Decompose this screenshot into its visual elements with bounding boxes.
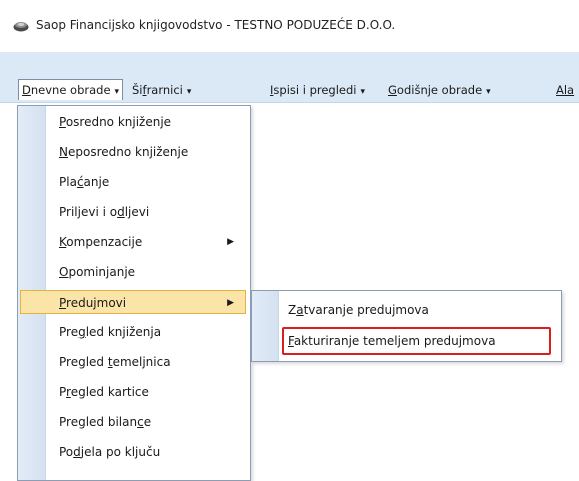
submenu-arrow-icon: ▶: [227, 298, 234, 308]
menu-item-priljevi-i-odljevi[interactable]: Priljevi i odljevi: [20, 200, 246, 224]
menu-ispisi-i-pregledi[interactable]: Ispisi i pregledi ▾: [270, 80, 365, 100]
menu-label: odišnje obrade: [396, 83, 483, 97]
chevron-down-icon: ▾: [360, 87, 366, 97]
menu-bar: Dnevne obrade ▾ Šifrarnici ▾ Ispisi i preg…: [0, 52, 579, 103]
menu-mnemonic: G: [388, 83, 397, 97]
menu-item-opominjanje[interactable]: Opominjanje: [20, 260, 246, 284]
predujmovi-submenu: Zatvaranje predujmova Fakturiranje temel…: [251, 290, 562, 362]
menu-sifrarnici[interactable]: Šifrarnici ▾: [132, 80, 191, 100]
dnevne-obrade-dropdown: Posredno knjiženje Neposredno knjiženje …: [17, 105, 251, 481]
menu-ala[interactable]: Ala: [556, 80, 574, 100]
chevron-down-icon: ▾: [486, 87, 491, 97]
menu-label: rarnici: [146, 83, 183, 97]
menu-item-kompenzacije[interactable]: Kompenzacije ▶: [20, 230, 246, 254]
menu-mnemonic: Ala: [556, 83, 575, 97]
menu-item-pregled-knjizenja[interactable]: Pregled knjiženja: [20, 320, 246, 344]
chevron-down-icon: ▾: [186, 87, 192, 97]
menu-item-label: Pregled bilance: [59, 415, 152, 429]
chevron-down-icon: ▾: [114, 87, 120, 97]
menu-label: Ši: [132, 83, 143, 97]
menu-item-label: Pregled kartice: [59, 385, 149, 399]
menu-label: spisi i pregledi: [273, 83, 357, 97]
menu-item-label: Pregled temeljnica: [59, 355, 171, 369]
menu-gutter: [252, 291, 279, 361]
window-title: Saop Financijsko knjigovodstvo - TESTNO …: [36, 18, 396, 32]
highlight-annotation-box: [282, 327, 551, 355]
menu-item-neposredno-knjizenje[interactable]: Neposredno knjiženje: [20, 140, 246, 164]
menu-item-label: Kompenzacije: [59, 235, 143, 249]
menu-item-label: Pregled knjiženja: [59, 325, 162, 339]
menu-item-pregled-temeljnica[interactable]: Pregled temeljnica: [20, 350, 246, 374]
menu-item-zatvaranje-predujmova[interactable]: Zatvaranje predujmova: [285, 298, 553, 322]
menu-label: nevne obrade: [30, 83, 111, 97]
menu-item-label: Opominjanje: [59, 265, 136, 279]
menu-dnevne-obrade[interactable]: Dnevne obrade ▾: [18, 79, 124, 100]
menu-item-label: Zatvaranje predujmova: [288, 303, 429, 317]
menu-item-label: Priljevi i odljevi: [59, 205, 150, 219]
menu-item-label: Neposredno knjiženje: [59, 145, 189, 159]
menu-item-pregled-kartice[interactable]: Pregled kartice: [20, 380, 246, 404]
menu-item-placanje[interactable]: Plaćanje: [20, 170, 246, 194]
menu-item-label: Plaćanje: [59, 175, 110, 189]
app-logo-icon: [13, 22, 29, 32]
menu-item-posredno-knjizenje[interactable]: Posredno knjiženje: [20, 110, 246, 134]
menu-item-label: Posredno knjiženje: [59, 115, 172, 129]
menu-godisnje-obrade[interactable]: Godišnje obrade ▾: [388, 80, 491, 100]
menu-item-pregled-bilance[interactable]: Pregled bilance: [20, 410, 246, 434]
title-bar: Saop Financijsko knjigovodstvo - TESTNO …: [0, 0, 579, 52]
menu-item-podjela-po-kljucu[interactable]: Podjela po ključu: [20, 440, 246, 464]
menu-item-label: Podjela po ključu: [59, 445, 161, 459]
menu-item-label: Predujmovi: [59, 296, 127, 310]
submenu-arrow-icon: ▶: [227, 237, 234, 247]
menu-mnemonic: D: [22, 83, 31, 97]
menu-item-predujmovi[interactable]: Predujmovi ▶: [20, 290, 246, 314]
